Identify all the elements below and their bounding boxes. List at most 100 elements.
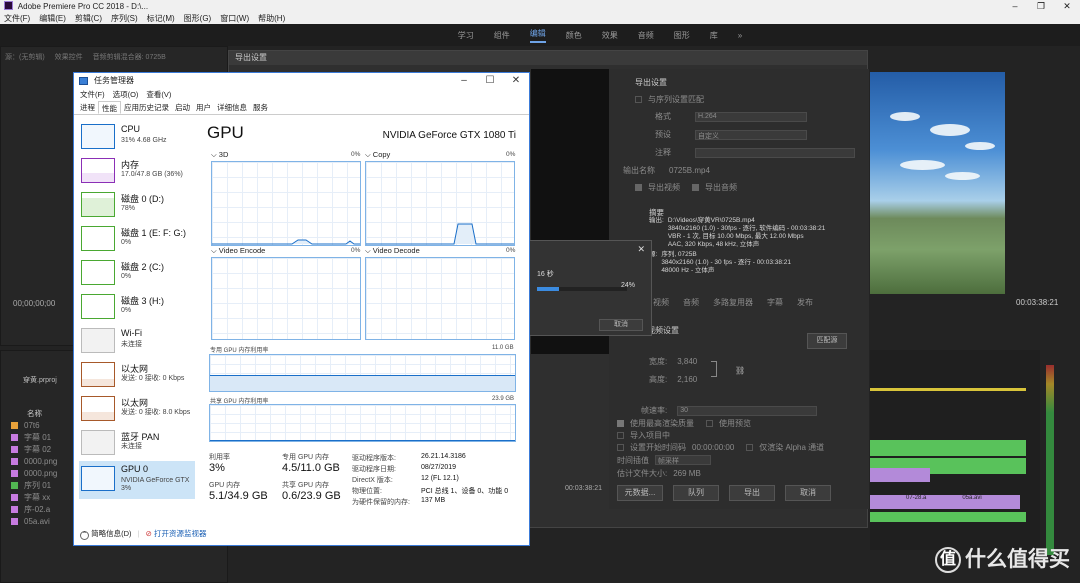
menu-help[interactable]: 帮助(H): [258, 13, 285, 24]
tab-publish[interactable]: 发布: [797, 297, 813, 308]
ws-libraries[interactable]: 库: [710, 30, 718, 41]
sidebar-item-ethernet-1[interactable]: 以太网 发送: 0 接收: 0 Kbps: [79, 359, 195, 392]
time-interp-label: 时间插值: [617, 455, 649, 465]
ws-color[interactable]: 颜色: [566, 30, 582, 41]
sidebar-item-memory[interactable]: 内存 17.0/47.8 GB (36%): [79, 155, 195, 188]
audio-clip[interactable]: [870, 512, 1026, 522]
tab-details[interactable]: 详细信息: [214, 101, 250, 114]
track-clip[interactable]: [870, 468, 930, 482]
tab-video[interactable]: 视频: [653, 297, 669, 308]
tab-multiplexer[interactable]: 多路复用器: [713, 297, 753, 308]
ws-editing[interactable]: 编辑: [529, 28, 546, 43]
sidebar-item-wifi[interactable]: Wi-Fi 未连接: [79, 325, 195, 358]
tab-audio-mixer[interactable]: 音频剪辑混合器: 0725B: [93, 52, 166, 62]
fps-select[interactable]: 30: [677, 405, 818, 416]
name-column-header[interactable]: 名称: [27, 408, 42, 419]
match-sequence-checkbox[interactable]: 与序列设置匹配: [635, 94, 704, 105]
export-button[interactable]: 导出: [729, 485, 775, 501]
menu-clip[interactable]: 剪辑(C): [75, 13, 102, 24]
list-item[interactable]: 0000.png: [11, 455, 81, 467]
export-video-checkbox[interactable]: 导出视频: [648, 182, 680, 193]
fps-label: 帧速率:: [641, 406, 668, 415]
graph-shared-memory: [209, 404, 516, 442]
metadata-button[interactable]: 元数据...: [617, 485, 663, 501]
minimize-icon[interactable]: –: [1002, 0, 1028, 13]
cancel-button[interactable]: 取消: [785, 485, 831, 501]
menu-markers[interactable]: 标记(M): [147, 13, 175, 24]
dialog-timecode: 00:03:38:21: [565, 485, 602, 492]
track-clip[interactable]: [870, 440, 1026, 456]
export-options: 使用最高渲染质量 使用预览 导入项目中 设置开始时间码 00:00:00:00 仅渲染…: [617, 417, 857, 527]
tab-performance[interactable]: 性能: [98, 101, 121, 114]
menu-graphics[interactable]: 图形(G): [184, 13, 212, 24]
close-icon[interactable]: ✕: [503, 73, 529, 89]
queue-button[interactable]: 队列: [673, 485, 719, 501]
tm-menu-file[interactable]: 文件(F): [80, 89, 105, 101]
list-item[interactable]: 0000.png: [11, 467, 81, 479]
resource-monitor-link[interactable]: 打开资源监视器: [154, 529, 207, 538]
import-project-checkbox[interactable]: 导入项目中: [630, 430, 670, 441]
tab-audio[interactable]: 音频: [683, 297, 699, 308]
match-source-button[interactable]: 匹配源: [807, 333, 847, 349]
ws-graphics[interactable]: 图形: [674, 30, 690, 41]
list-item[interactable]: 05a.avi: [11, 515, 81, 527]
list-item[interactable]: 序列 01: [11, 479, 81, 491]
width-value[interactable]: 3,840: [677, 357, 697, 366]
ws-learn[interactable]: 学习: [458, 30, 474, 41]
tab-users[interactable]: 用户: [193, 101, 214, 114]
more-chevron-icon[interactable]: »: [738, 31, 742, 40]
export-audio-checkbox[interactable]: 导出音频: [705, 182, 737, 193]
ded-mem-label: 专用 GPU 内存: [282, 454, 330, 461]
track-clip[interactable]: 07-28.a 05a.avi: [870, 495, 1020, 509]
sidebar-item-disk2[interactable]: 磁盘 2 (C:) 0%: [79, 257, 195, 290]
sidebar-item-cpu[interactable]: CPU 31% 4.68 GHz: [79, 121, 195, 154]
sidebar-item-bluetooth[interactable]: 蓝牙 PAN 未连接: [79, 427, 195, 460]
list-item[interactable]: 字幕 02: [11, 443, 81, 455]
list-item[interactable]: 字幕 xx: [11, 491, 81, 503]
menu-sequence[interactable]: 序列(S): [111, 13, 138, 24]
tab-effect-controls[interactable]: 效果控件: [55, 52, 83, 62]
list-item[interactable]: 序-02.a: [11, 503, 81, 515]
minimize-icon[interactable]: –: [451, 73, 477, 89]
encode-cancel-button[interactable]: 取消: [599, 319, 643, 331]
fewer-details-link[interactable]: 简略信息(D): [91, 529, 131, 538]
ws-assembly[interactable]: 组件: [494, 30, 510, 41]
tab-app-history[interactable]: 应用历史记录: [121, 101, 172, 114]
maximize-icon[interactable]: ☐: [477, 73, 503, 89]
list-item[interactable]: 字幕 01: [11, 431, 81, 443]
sidebar-item-gpu0[interactable]: GPU 0 NVIDIA GeForce GTX 3%: [79, 461, 195, 499]
menu-file[interactable]: 文件(F): [4, 13, 30, 24]
sidebar-item-disk3[interactable]: 磁盘 3 (H:) 0%: [79, 291, 195, 324]
menu-edit[interactable]: 编辑(E): [39, 13, 66, 24]
tab-source[interactable]: 源：(无剪辑): [5, 52, 45, 62]
output-name-link[interactable]: 0725B.mp4: [669, 166, 710, 175]
sidebar-item-disk0[interactable]: 磁盘 0 (D:) 78%: [79, 189, 195, 222]
preset-select[interactable]: 自定义: [695, 129, 807, 140]
tab-processes[interactable]: 进程: [77, 101, 98, 114]
sidebar-item-disk1[interactable]: 磁盘 1 (E: F: G:) 0%: [79, 223, 195, 256]
ws-audio[interactable]: 音频: [638, 30, 654, 41]
tm-menu-options[interactable]: 选项(O): [113, 89, 139, 101]
time-interp-select[interactable]: 帧采样: [655, 455, 711, 465]
height-value[interactable]: 2,160: [677, 375, 697, 384]
start-timecode[interactable]: 00:00:00:00: [692, 443, 734, 452]
render-alpha-checkbox[interactable]: 仅渲染 Alpha 通道: [759, 442, 824, 453]
tab-startup[interactable]: 启动: [172, 101, 193, 114]
tab-captions[interactable]: 字幕: [767, 297, 783, 308]
max-render-checkbox[interactable]: 使用最高渲染质量: [630, 418, 694, 429]
use-preview-checkbox[interactable]: 使用预览: [719, 418, 751, 429]
ws-effects[interactable]: 效果: [602, 30, 618, 41]
close-icon[interactable]: ✕: [637, 244, 645, 255]
tm-menu-view[interactable]: 查看(V): [146, 89, 171, 101]
close-icon[interactable]: ✕: [1054, 0, 1080, 13]
comment-field[interactable]: [695, 147, 855, 158]
sidebar-item-ethernet-2[interactable]: 以太网 发送: 0 接收: 8.0 Kbps: [79, 393, 195, 426]
fewer-details-icon[interactable]: ⌃: [80, 531, 89, 540]
list-item[interactable]: 07t6: [11, 419, 81, 431]
tab-services[interactable]: 服务: [250, 101, 271, 114]
set-start-tc-checkbox[interactable]: 设置开始时间码: [630, 442, 686, 453]
menu-window[interactable]: 窗口(W): [220, 13, 249, 24]
restore-icon[interactable]: ❐: [1028, 0, 1054, 13]
chain-link-icon[interactable]: ⛓: [735, 366, 745, 375]
format-select[interactable]: H.264: [695, 111, 807, 122]
